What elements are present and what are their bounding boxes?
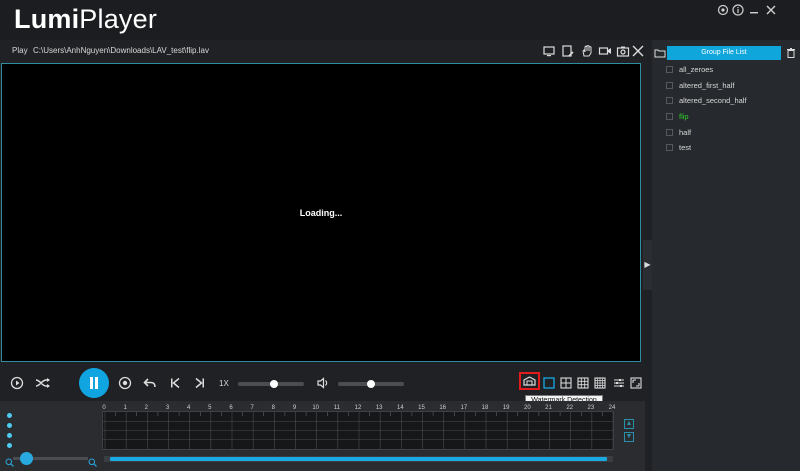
record-icon[interactable] [598,44,612,58]
channel-dot[interactable] [7,413,12,418]
fullscreen-icon[interactable] [630,376,642,394]
close-icon[interactable] [764,4,778,18]
stop-icon[interactable] [118,376,132,395]
edit-icon[interactable] [561,44,575,58]
path-bar: Play C:\Users\AnhNguyen\Downloads\LAV_te… [0,42,645,62]
group-file-list-header[interactable]: Group File List [667,46,781,60]
hand-icon[interactable] [580,44,594,58]
timeline-up-arrow-icon[interactable]: ▲ [624,419,634,429]
timeline-scrollbar[interactable] [104,456,613,462]
file-path: C:\Users\AnhNguyen\Downloads\LAV_test\fl… [33,46,209,55]
file-checkbox[interactable] [666,97,673,105]
file-list-item[interactable]: altered_first_half [666,78,796,94]
play-label: Play [12,46,28,55]
monitor-icon[interactable] [542,44,556,58]
file-name: flip [679,112,689,122]
app-logo-part1: Lumi [14,4,80,34]
file-name: test [679,143,692,153]
info-icon[interactable] [731,4,745,18]
file-checkbox[interactable] [666,81,673,89]
channel-dot[interactable] [7,433,12,438]
file-checkbox[interactable] [666,113,673,121]
file-name: half [679,127,692,137]
title-bar: LumiPlayer [0,0,800,40]
timeline-grid-lines [103,412,613,449]
file-checkbox[interactable] [666,128,673,136]
channel-dot[interactable] [7,423,12,428]
close-x-icon[interactable] [631,44,645,58]
speed-slider[interactable] [238,380,304,388]
file-name: altered_first_half [679,80,735,90]
file-list-item[interactable]: all_zeroes [666,62,796,78]
replay-icon[interactable] [10,376,24,395]
channel-indicators [7,413,15,453]
volume-slider-thumb[interactable] [367,380,375,388]
layout9-icon[interactable] [577,376,589,394]
app-logo: LumiPlayer [14,4,157,35]
watermark-detection-button[interactable] [519,372,540,390]
folder-icon[interactable] [654,46,666,58]
timeline-scrollbar-thumb[interactable] [110,457,607,461]
file-list: all_zeroes altered_first_half altered_seco… [666,62,796,156]
layout4-icon[interactable] [560,376,572,394]
file-list-item[interactable]: altered_second_half [666,93,796,109]
layout16-icon[interactable] [594,376,606,394]
file-checkbox[interactable] [666,66,673,74]
volume-slider[interactable] [338,380,404,388]
speed-slider-thumb[interactable] [270,380,279,388]
channel-dot[interactable] [7,443,12,448]
camera-icon[interactable] [616,44,630,58]
speed-label: 1X [219,379,229,388]
layout1-icon[interactable] [543,376,555,394]
timeline-area: 0 1 2 3 4 5 6 7 8 9 10 11 12 13 14 15 16 17 18 19 20 21 22 23 24… [0,401,645,471]
file-name: all_zeroes [679,65,714,75]
zoom-in-icon[interactable] [88,454,97,471]
next-icon[interactable] [193,376,207,395]
video-display[interactable]: Loading... [1,63,641,362]
file-list-item[interactable]: flip [666,109,796,125]
prev-icon[interactable] [168,376,182,395]
trash-icon[interactable] [785,46,797,58]
shuffle-icon[interactable] [34,376,52,395]
loading-text: Loading... [299,208,343,218]
undo-icon[interactable] [143,376,157,395]
file-name: altered_second_half [679,96,747,106]
zoom-slider-thumb[interactable] [20,452,33,465]
volume-icon[interactable] [316,376,330,395]
timeline-grid[interactable] [102,411,614,450]
panel-collapse-handle[interactable]: ▶ [643,240,652,290]
minimize-icon[interactable] [747,4,761,18]
file-list-item[interactable]: test [666,140,796,156]
group-file-panel: Group File List all_zeroes altered_first_… [652,40,800,471]
adjust-icon[interactable] [613,376,625,394]
pause-button[interactable] [79,368,109,398]
file-list-item[interactable]: half [666,124,796,140]
watermark-icon [523,376,536,386]
app-logo-part2: Player [79,4,158,34]
zoom-out-icon[interactable] [5,454,14,471]
timeline-down-arrow-icon[interactable]: ▼ [624,432,634,442]
file-checkbox[interactable] [666,144,673,152]
settings-icon[interactable] [716,4,730,18]
